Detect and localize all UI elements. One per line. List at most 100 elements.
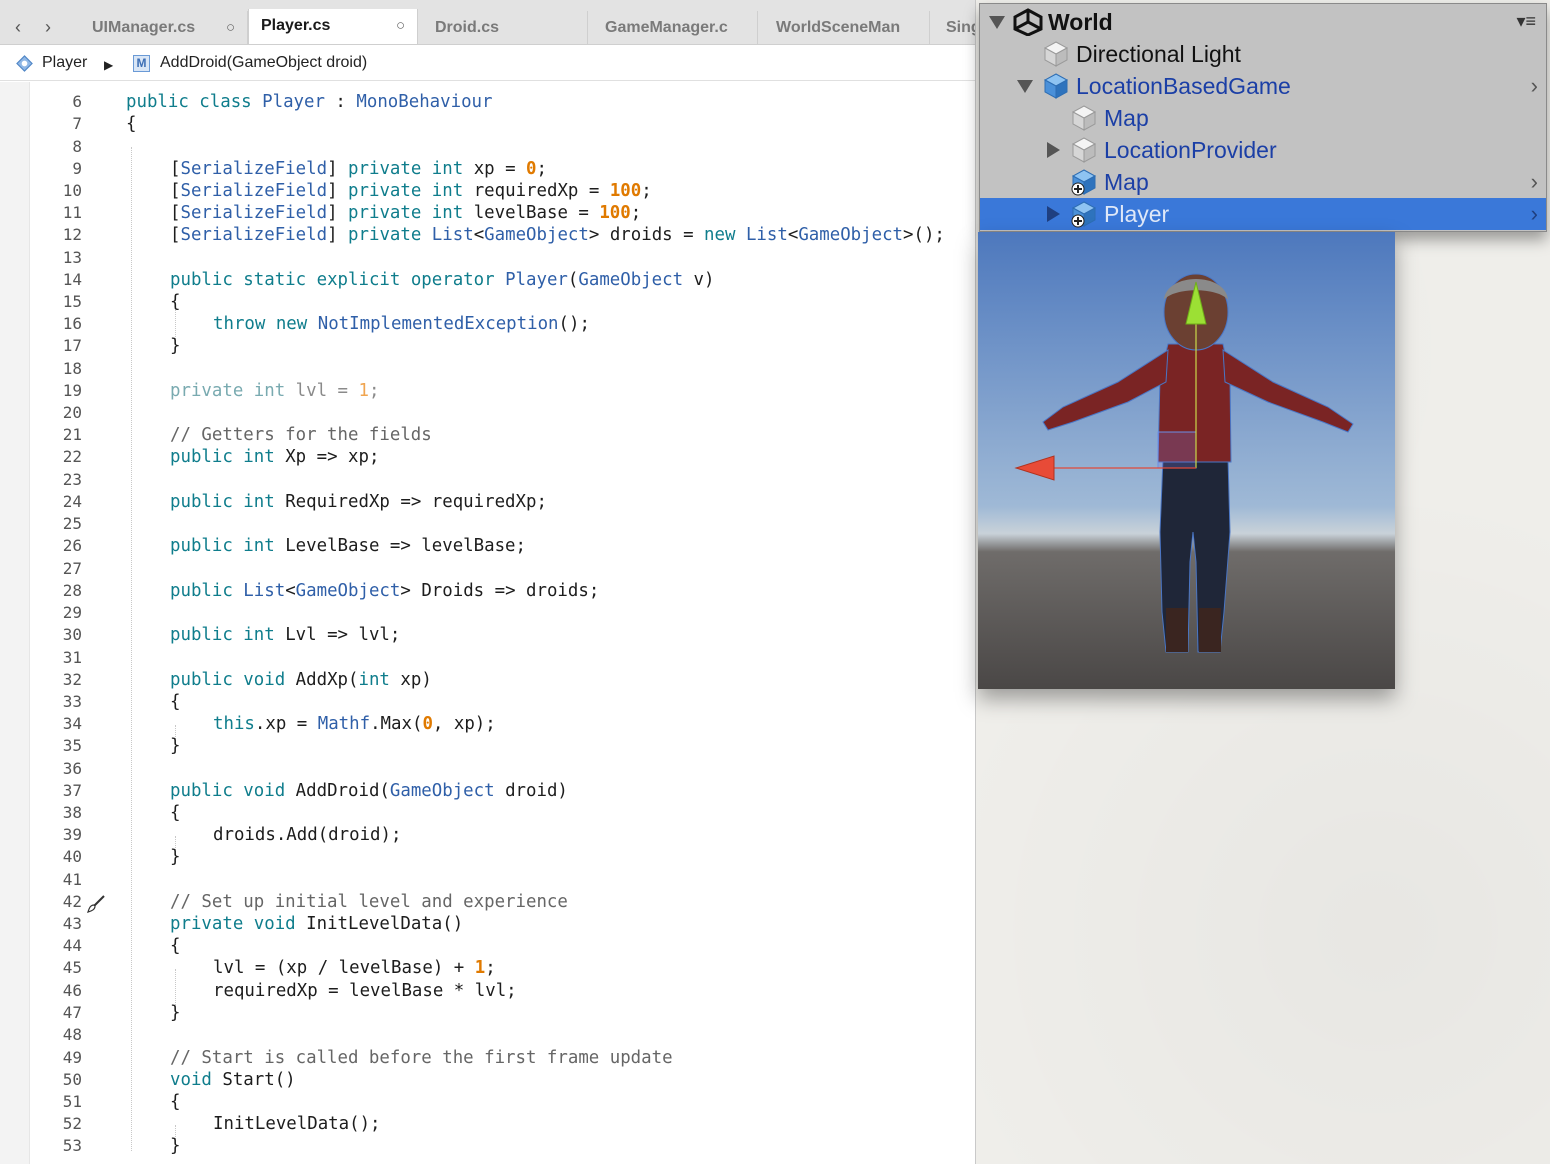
- tab-label: Sing: [946, 19, 975, 36]
- chevron-right-icon[interactable]: ›: [1531, 169, 1538, 195]
- tab-close-icon[interactable]: ○: [226, 11, 235, 45]
- code-line-11: [SerializeField] private int levelBase =…: [170, 203, 642, 223]
- line-number: 43: [62, 914, 82, 933]
- breadcrumb-class[interactable]: Player: [42, 54, 87, 72]
- hierarchy-item-label: Map: [1104, 169, 1149, 195]
- hierarchy-item-label: Directional Light: [1076, 41, 1241, 67]
- line-number: 51: [62, 1092, 82, 1111]
- breadcrumb-method[interactable]: AddDroid(GameObject droid): [160, 54, 367, 72]
- line-number: 20: [62, 403, 82, 422]
- line-number: 16: [62, 314, 82, 333]
- collapse-triangle-icon[interactable]: [1047, 142, 1060, 158]
- line-number: 14: [62, 270, 82, 289]
- line-number: 11: [62, 203, 82, 222]
- line-number: 46: [62, 981, 82, 1000]
- method-icon: M: [133, 55, 150, 72]
- line-number: 29: [62, 603, 82, 622]
- hierarchy-item-locationbasedgame[interactable]: LocationBasedGame ›: [980, 70, 1546, 102]
- forward-button[interactable]: ›: [38, 15, 58, 39]
- code-line-49: // Start is called before the first fram…: [170, 1048, 673, 1068]
- hierarchy-panel: World ▾≡ Directional Light LocationBased…: [979, 3, 1547, 232]
- prefab-variant-icon: [1071, 169, 1097, 196]
- code-line-22: public int Xp => xp;: [170, 447, 380, 467]
- code-line-35: }: [170, 736, 181, 756]
- line-number: 38: [62, 803, 82, 822]
- line-number: 25: [62, 514, 82, 533]
- scene-header[interactable]: World ▾≡: [980, 6, 1546, 38]
- tab-singleton[interactable]: Sing: [930, 11, 975, 45]
- line-number: 12: [62, 225, 82, 244]
- code-line-17: }: [170, 336, 181, 356]
- chevron-right-icon[interactable]: ›: [1531, 73, 1538, 99]
- hierarchy-item-player[interactable]: Player ›: [980, 198, 1546, 230]
- line-number: 28: [62, 581, 82, 600]
- code-line-6: public class Player : MonoBehaviour: [126, 92, 493, 112]
- hierarchy-item-map-prefab[interactable]: Map ›: [980, 166, 1546, 198]
- hierarchy-item-label: Map: [1104, 105, 1149, 131]
- code-line-28: public List<GameObject> Droids => droids…: [170, 581, 600, 601]
- collapse-triangle-icon[interactable]: [1047, 206, 1060, 222]
- back-button[interactable]: ‹: [8, 15, 28, 39]
- brush-icon[interactable]: [86, 894, 106, 914]
- code-line-53: }: [170, 1136, 181, 1156]
- line-number: 47: [62, 1003, 82, 1022]
- code-line-51: {: [170, 1092, 181, 1112]
- line-number: 24: [62, 492, 82, 511]
- code-line-14: public static explicit operator Player(G…: [170, 270, 715, 290]
- line-number: 19: [62, 381, 82, 400]
- scene-view[interactable]: [978, 232, 1395, 689]
- gameobject-icon: [1071, 137, 1097, 163]
- line-number: 42: [62, 892, 82, 911]
- line-number: 15: [62, 292, 82, 311]
- hierarchy-item-locationprovider[interactable]: LocationProvider: [980, 134, 1546, 166]
- tab-label: Player.cs: [261, 17, 331, 34]
- hierarchy-item-label: LocationBasedGame: [1076, 73, 1291, 99]
- code-line-50: void Start(): [170, 1070, 296, 1090]
- line-number: 18: [62, 359, 82, 378]
- line-number: 45: [62, 958, 82, 977]
- tab-droid[interactable]: Droid.cs: [418, 11, 588, 45]
- line-number: 22: [62, 447, 82, 466]
- line-number: 30: [62, 625, 82, 644]
- code-line-16: throw new NotImplementedException();: [213, 314, 590, 334]
- line-number: 23: [62, 470, 82, 489]
- line-number: 36: [62, 759, 82, 778]
- hierarchy-menu-icon[interactable]: ▾≡: [1516, 11, 1536, 32]
- line-number: 10: [62, 181, 82, 200]
- expand-triangle-icon[interactable]: [1017, 80, 1033, 93]
- chevron-right-icon: ›: [45, 17, 51, 37]
- tab-bar: ‹ › UIManager.cs ○ Player.cs ○ Droid.cs …: [0, 9, 975, 45]
- hierarchy-item-map[interactable]: Map: [980, 102, 1546, 134]
- code-line-52: InitLevelData();: [213, 1114, 381, 1134]
- line-number: 7: [72, 114, 82, 133]
- tab-gamemanager[interactable]: GameManager.c: [588, 11, 758, 45]
- tab-close-icon[interactable]: ○: [396, 9, 405, 43]
- line-number: 17: [62, 336, 82, 355]
- chevron-right-icon[interactable]: ›: [1531, 201, 1538, 227]
- code-line-45: lvl = (xp / levelBase) + 1;: [213, 958, 496, 978]
- line-number: 33: [62, 692, 82, 711]
- line-number: 39: [62, 825, 82, 844]
- code-line-42: // Set up initial level and experience: [170, 892, 568, 912]
- hierarchy-item-label: LocationProvider: [1104, 137, 1277, 163]
- code-line-10: [SerializeField] private int requiredXp …: [170, 181, 652, 201]
- code-line-15: {: [170, 292, 181, 312]
- breadcrumb-separator-icon: ▶: [104, 58, 114, 72]
- line-number: 13: [62, 248, 82, 267]
- line-number: 44: [62, 936, 82, 955]
- code-line-34: this.xp = Mathf.Max(0, xp);: [213, 714, 496, 734]
- code-line-7: {: [126, 114, 137, 134]
- line-number: 40: [62, 847, 82, 866]
- code-line-21: // Getters for the fields: [170, 425, 432, 445]
- expand-triangle-icon[interactable]: [989, 16, 1005, 29]
- code-line-32: public void AddXp(int xp): [170, 670, 432, 690]
- line-number: 52: [62, 1114, 82, 1133]
- code-line-12: [SerializeField] private List<GameObject…: [170, 225, 945, 245]
- tab-worldscenemanager[interactable]: WorldSceneMan: [758, 11, 930, 45]
- tab-player[interactable]: Player.cs ○: [248, 9, 418, 44]
- line-number: 9: [72, 159, 82, 178]
- line-number: 50: [62, 1070, 82, 1089]
- tab-uimanager[interactable]: UIManager.cs ○: [80, 11, 248, 45]
- code-line-46: requiredXp = levelBase * lvl;: [213, 981, 517, 1001]
- hierarchy-item-directional-light[interactable]: Directional Light: [980, 38, 1546, 70]
